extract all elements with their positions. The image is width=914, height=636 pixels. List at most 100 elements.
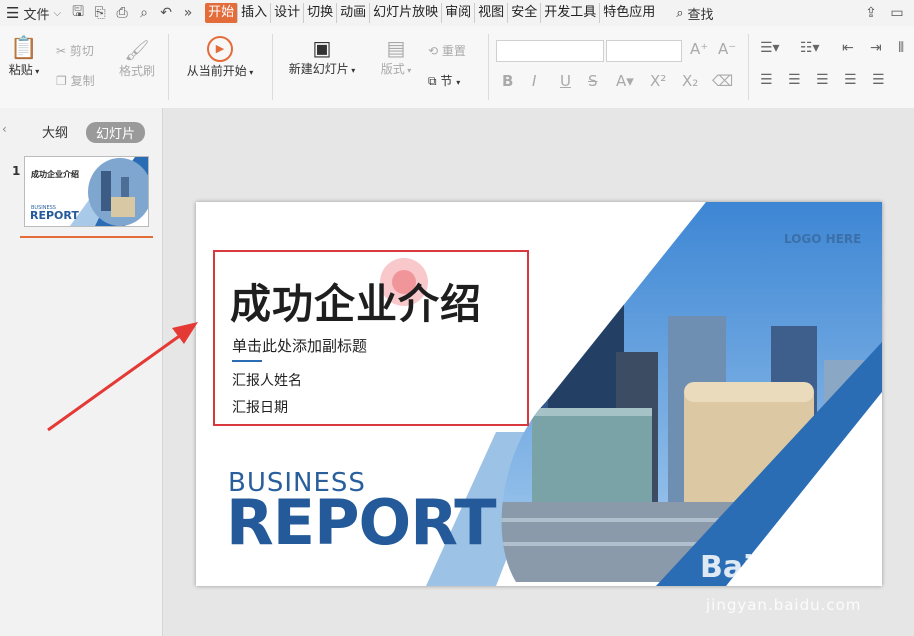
- tab-view[interactable]: 视图: [475, 3, 509, 23]
- strikethrough-icon[interactable]: S: [588, 72, 598, 90]
- city-photo: [501, 202, 882, 582]
- font-size-select[interactable]: [606, 40, 682, 62]
- layout-button[interactable]: ▤ 版式 ▾: [376, 36, 416, 77]
- tab-slideshow[interactable]: 幻灯片放映: [370, 3, 443, 23]
- copy-label: 复制: [70, 74, 95, 88]
- tab-design[interactable]: 设计: [271, 3, 305, 23]
- tab-review[interactable]: 审阅: [442, 3, 476, 23]
- tab-transitions[interactable]: 切换: [304, 3, 338, 23]
- export-icon[interactable]: ⎘: [89, 2, 111, 24]
- italic-icon[interactable]: I: [532, 72, 536, 90]
- chevron-down-icon: ▾: [246, 68, 254, 77]
- copy-icon: ❐: [56, 74, 67, 88]
- report-text[interactable]: REPORT: [226, 486, 496, 559]
- thumb-report: REPORT: [30, 209, 79, 222]
- superscript-icon[interactable]: X²: [650, 72, 666, 90]
- clear-format-icon[interactable]: ⌫: [712, 72, 733, 90]
- scissors-icon: ✂: [56, 44, 67, 58]
- layout-label: 版式: [380, 62, 405, 76]
- file-menu-label: 文件: [23, 7, 50, 23]
- tab-animations[interactable]: 动画: [337, 3, 371, 23]
- search-button[interactable]: ⌕ 查找: [676, 4, 713, 23]
- print-preview-icon[interactable]: ⌕: [133, 2, 155, 24]
- tab-security[interactable]: 安全: [508, 3, 542, 23]
- reset-icon: ⟲: [428, 44, 439, 58]
- distribute-icon[interactable]: ☰: [872, 72, 885, 88]
- increase-font-icon[interactable]: A⁺: [690, 40, 708, 58]
- indent-icon[interactable]: ⇥: [870, 40, 882, 56]
- cut-label: 剪切: [69, 44, 94, 58]
- title-bar: ☰ 文件 ⌵ 🖫 ⎘ ⎙ ⌕ ↶ » 开始 插入 设计 切换 动画 幻灯片放映 …: [0, 0, 914, 26]
- subscript-icon[interactable]: X₂: [682, 72, 698, 90]
- search-label: 查找: [687, 7, 714, 23]
- ribbon-tabs: 开始 插入 设计 切换 动画 幻灯片放映 审阅 视图 安全 开发工具 特色应用: [205, 0, 658, 26]
- watermark: Bai❀经验: [700, 548, 827, 585]
- file-menu-button[interactable]: ☰ 文件 ⌵: [0, 0, 67, 26]
- paw-icon: ❀: [753, 554, 776, 584]
- columns-icon[interactable]: ⦀: [898, 40, 904, 56]
- tab-special[interactable]: 特色应用: [600, 3, 658, 23]
- watermark-brand: Bai: [700, 550, 754, 585]
- chevron-down-icon: ▾: [348, 66, 356, 75]
- slide-thumbnail[interactable]: 成功企业介绍 BUSINESS REPORT: [24, 156, 149, 227]
- tab-slides[interactable]: 幻灯片: [86, 122, 146, 143]
- new-slide-icon: ▣: [312, 36, 332, 60]
- clipboard-icon: 📋: [10, 36, 38, 61]
- play-icon: ▶: [207, 36, 233, 62]
- collapse-panel-icon[interactable]: ‹: [2, 122, 7, 136]
- brush-icon: 🖌: [124, 38, 150, 62]
- tab-insert[interactable]: 插入: [238, 3, 272, 23]
- ribbon-home: 📋 粘贴 ▾ ✂ 剪切 ❐ 复制 🖌 格式刷 ▶ 从当前开始 ▾ ▣ 新建幻灯片…: [0, 26, 914, 109]
- justify-icon[interactable]: ☰: [844, 72, 857, 88]
- share-icon[interactable]: ⇪: [860, 2, 882, 24]
- reset-label: 重置: [441, 44, 466, 58]
- insert-line: [20, 236, 153, 238]
- bullets-icon[interactable]: ☰▾: [760, 40, 780, 56]
- chevron-down-icon: ▾: [32, 67, 40, 76]
- align-right-icon[interactable]: ☰: [816, 72, 829, 88]
- bold-icon[interactable]: B: [502, 72, 513, 90]
- undo-icon[interactable]: ↶: [155, 2, 177, 24]
- decrease-font-icon[interactable]: A⁻: [718, 40, 736, 58]
- chevron-down-icon: ⌵: [53, 7, 62, 19]
- format-painter-label: 格式刷: [118, 64, 155, 78]
- highlight-box: [213, 250, 529, 426]
- chevron-down-icon: ▾: [404, 66, 412, 75]
- align-left-icon[interactable]: ☰: [760, 72, 773, 88]
- reset-button[interactable]: ⟲ 重置: [428, 42, 466, 59]
- align-center-icon[interactable]: ☰: [788, 72, 801, 88]
- save-icon[interactable]: 🖫: [67, 2, 89, 24]
- hamburger-icon: ☰: [6, 4, 20, 22]
- chevron-down-icon: ▾: [456, 78, 461, 87]
- print-icon[interactable]: ⎙: [111, 2, 133, 24]
- tab-developer[interactable]: 开发工具: [541, 3, 601, 23]
- watermark-brand2: 经验: [775, 554, 828, 584]
- minimize-ribbon-icon[interactable]: ▭: [886, 2, 908, 24]
- copy-button[interactable]: ❐ 复制: [56, 72, 95, 89]
- numbering-icon[interactable]: ☷▾: [800, 40, 820, 56]
- more-icon[interactable]: »: [177, 2, 199, 24]
- tab-home[interactable]: 开始: [205, 3, 239, 23]
- paste-button[interactable]: 📋 粘贴 ▾: [4, 36, 44, 78]
- logo-placeholder[interactable]: LOGO HERE: [784, 232, 861, 246]
- new-slide-button[interactable]: ▣ 新建幻灯片 ▾: [282, 36, 362, 77]
- watermark-url: jingyan.baidu.com: [706, 596, 862, 614]
- from-current-button[interactable]: ▶ 从当前开始 ▾: [178, 36, 262, 79]
- format-painter-button[interactable]: 🖌 格式刷: [114, 38, 160, 79]
- paste-label: 粘贴: [8, 63, 33, 77]
- slide-panel: ‹ 大纲 幻灯片 1 成功企业介绍 BUSINESS REPORT: [0, 108, 163, 636]
- tab-outline[interactable]: 大纲: [42, 122, 68, 141]
- outdent-icon[interactable]: ⇤: [842, 40, 854, 56]
- cut-button[interactable]: ✂ 剪切: [56, 42, 94, 59]
- font-family-select[interactable]: [496, 40, 604, 62]
- section-label: 节: [440, 74, 453, 88]
- new-slide-label: 新建幻灯片: [288, 62, 349, 76]
- slide-number: 1: [12, 164, 21, 178]
- underline-icon[interactable]: U: [560, 72, 571, 90]
- section-button[interactable]: ⧉ 节 ▾: [428, 72, 460, 89]
- thumb-title: 成功企业介绍: [31, 170, 79, 179]
- layout-icon: ▤: [386, 36, 406, 60]
- font-color-icon[interactable]: A▾: [616, 72, 634, 90]
- search-icon: ⌕: [676, 5, 684, 21]
- from-current-label: 从当前开始: [186, 64, 247, 78]
